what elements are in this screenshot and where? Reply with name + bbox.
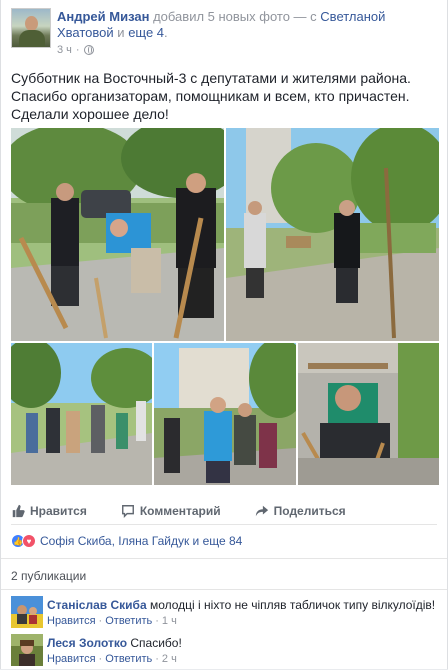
commenter-name[interactable]: Леся Золотко: [47, 636, 127, 650]
author-name-link[interactable]: Андрей Мизан: [57, 9, 149, 24]
shares-count[interactable]: 2 публикации: [11, 569, 86, 583]
comment-text: молодці і ніхто не чіпляв табличок типу …: [149, 598, 436, 612]
comment-button[interactable]: Комментарий: [121, 504, 221, 518]
photo-3[interactable]: [11, 343, 152, 485]
post-header-text: Андрей Мизан добавил 5 новых фото — с Св…: [57, 9, 386, 40]
thumbs-up-icon: [12, 504, 25, 517]
post-meta: 3 ч ·: [57, 44, 94, 56]
reactions-text[interactable]: Софія Скиба, Іляна Гайдук и еще 84: [40, 534, 242, 548]
share-icon: [255, 505, 268, 516]
comment-timestamp[interactable]: 2 ч: [162, 653, 177, 665]
comment-actions: Нравится · Ответить · 1 ч: [47, 615, 177, 627]
post-text: Субботник на Восточный-3 с депутатами и …: [11, 70, 411, 122]
divider: [1, 589, 447, 590]
post-timestamp[interactable]: 3 ч: [57, 44, 72, 56]
commenter-avatar[interactable]: [11, 634, 43, 666]
photo-1[interactable]: [11, 128, 224, 341]
comment-reply-link[interactable]: Ответить: [105, 615, 152, 627]
meta-separator: ·: [75, 44, 80, 56]
globe-icon[interactable]: [83, 45, 94, 55]
comment-like-link[interactable]: Нравится: [47, 615, 96, 627]
commenter-avatar[interactable]: [11, 596, 43, 628]
and-text: и: [117, 25, 125, 40]
share-button-label: Поделиться: [273, 503, 346, 518]
like-button-label: Нравится: [30, 503, 87, 518]
like-button[interactable]: Нравится: [11, 504, 87, 518]
comment-item: Леся Золотко Спасибо! Нравится · Ответит…: [11, 634, 437, 670]
comment-like-link[interactable]: Нравится: [47, 653, 96, 665]
tagged-more-link[interactable]: еще 4: [128, 25, 164, 40]
comment-button-label: Комментарий: [139, 503, 221, 518]
post-header: Андрей Мизан добавил 5 новых фото — с Св…: [11, 6, 437, 58]
post-action-bar: Нравится Комментарий Поделиться: [11, 497, 437, 525]
photo-4[interactable]: [154, 343, 296, 485]
comment-body: Леся Золотко Спасибо!: [47, 636, 437, 651]
comment-icon: [121, 504, 134, 518]
comment-body: Станіслав Скиба молодці і ніхто не чіпля…: [47, 598, 437, 613]
comment-reply-link[interactable]: Ответить: [105, 653, 152, 665]
divider: [1, 558, 447, 559]
love-reaction-icon: ♥: [22, 534, 36, 548]
commenter-name[interactable]: Станіслав Скиба: [47, 598, 147, 612]
comment-actions: Нравится · Ответить · 2 ч: [47, 653, 177, 665]
photo-5[interactable]: [298, 343, 439, 485]
post-action-text: добавил 5 новых фото — с: [153, 9, 317, 24]
share-button[interactable]: Поделиться: [255, 504, 346, 518]
photo-2[interactable]: [226, 128, 439, 341]
author-avatar[interactable]: [11, 8, 51, 48]
comment-item: Станіслав Скиба молодці і ніхто не чіпля…: [11, 596, 437, 632]
comment-text: Спасибо!: [130, 636, 182, 650]
reactions-summary[interactable]: 👍 ♥ Софія Скиба, Іляна Гайдук и еще 84: [11, 534, 242, 548]
comment-timestamp[interactable]: 1 ч: [162, 615, 177, 627]
post-card: Андрей Мизан добавил 5 новых фото — с Св…: [0, 0, 448, 669]
